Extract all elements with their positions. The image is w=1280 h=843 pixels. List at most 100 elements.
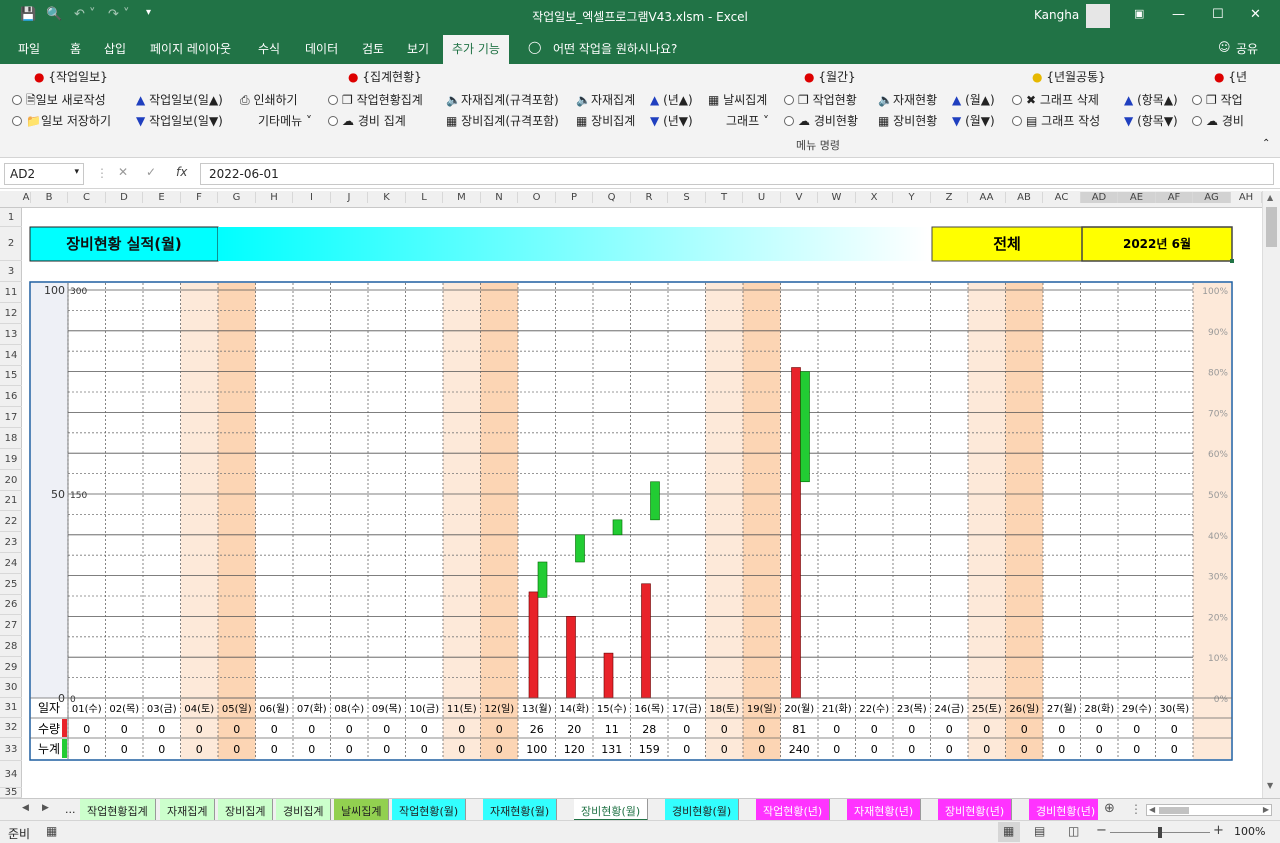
column-header[interactable]: Z xyxy=(931,192,968,203)
monthly-work-button[interactable]: ❐ 작업현황 xyxy=(784,91,857,108)
column-header[interactable]: R xyxy=(631,192,668,203)
row-header[interactable]: 29 xyxy=(0,657,22,678)
macro-record-icon[interactable]: ▦ xyxy=(46,824,57,838)
column-header[interactable]: A xyxy=(22,192,31,203)
column-header[interactable]: W xyxy=(818,192,856,203)
enter-icon[interactable]: ✓ xyxy=(146,165,156,179)
row-header[interactable]: 19 xyxy=(0,449,22,470)
row-header[interactable]: 21 xyxy=(0,491,22,511)
row-header[interactable]: 30 xyxy=(0,678,22,698)
worksheet[interactable]: 장비현황 실적(월) 전체 2022년 6월 100 50 0 300 150 0 100%… xyxy=(22,208,1262,798)
material-summary-button[interactable]: 🔈자재집계 xyxy=(576,91,635,108)
column-header[interactable]: AE xyxy=(1118,192,1156,203)
sheet-tab[interactable]: 장비집계 xyxy=(218,799,274,821)
scroll-thumb[interactable] xyxy=(1266,207,1277,247)
row-header[interactable]: 3 xyxy=(0,261,22,282)
sheet-tab[interactable]: 자재집계 xyxy=(160,799,216,821)
ribbon-display-icon[interactable]: ▣ xyxy=(1134,7,1144,20)
row-header[interactable]: 23 xyxy=(0,532,22,553)
other-menu-button[interactable]: 기타메뉴 ˅ xyxy=(258,112,312,129)
row-header[interactable]: 1 xyxy=(0,208,22,227)
daily-up-button[interactable]: ▲ 작업일보(일▲) xyxy=(136,91,223,108)
yearly-work-button[interactable]: ❐ 작업 xyxy=(1192,91,1243,108)
row-header[interactable]: 26 xyxy=(0,595,22,615)
collapse-ribbon-icon[interactable]: ⌃ xyxy=(1262,138,1270,149)
hscroll-thumb[interactable] xyxy=(1159,807,1189,814)
column-header[interactable]: B xyxy=(31,192,68,203)
avatar[interactable] xyxy=(1086,4,1110,28)
material-spec-summary-button[interactable]: 🔈자재집계(규격포함) xyxy=(446,91,559,108)
column-header[interactable]: AF xyxy=(1156,192,1193,203)
weather-summary-button[interactable]: ▦ 날씨집계 xyxy=(708,91,767,108)
formula-input[interactable]: 2022-06-01 xyxy=(200,163,1274,185)
column-header[interactable]: G xyxy=(218,192,256,203)
sheet-tab[interactable]: 작업현황집계 xyxy=(80,799,156,821)
chevron-down-icon[interactable]: ▾ xyxy=(74,167,79,177)
print-button[interactable]: ⎙ 인쇄하기 xyxy=(240,91,298,108)
scroll-up-icon[interactable]: ▲ xyxy=(1267,193,1273,202)
zoom-out-icon[interactable]: − xyxy=(1096,823,1107,838)
year-up-button[interactable]: ▲ (년▲) xyxy=(650,91,693,108)
column-header[interactable]: D xyxy=(106,192,143,203)
row-header[interactable]: 2 xyxy=(0,227,22,261)
user-name[interactable]: Kangha xyxy=(1034,8,1079,22)
column-header[interactable]: O xyxy=(518,192,556,203)
page-layout-icon[interactable]: ▤ xyxy=(1034,824,1045,838)
row-header[interactable]: 33 xyxy=(0,738,22,761)
save-report-button[interactable]: 📁일보 저장하기 xyxy=(12,112,111,129)
yearly-expense-button[interactable]: ☁ 경비 xyxy=(1192,112,1244,129)
maximize-icon[interactable]: ☐ xyxy=(1212,7,1224,22)
sheet-tab[interactable]: 작업현황(년) xyxy=(756,799,831,821)
scroll-down-icon[interactable]: ▼ xyxy=(1267,781,1273,790)
column-header[interactable]: U xyxy=(743,192,781,203)
sheet-tab[interactable]: 자재현황(월) xyxy=(483,799,558,821)
month-up-button[interactable]: ▲ (월▲) xyxy=(952,91,995,108)
column-header[interactable]: I xyxy=(293,192,331,203)
row-header[interactable]: 22 xyxy=(0,511,22,532)
expense-summary-button[interactable]: ☁ 경비 집계 xyxy=(328,112,406,129)
column-header[interactable]: Y xyxy=(893,192,931,203)
year-down-button[interactable]: ▼ (년▼) xyxy=(650,112,693,129)
share-button[interactable]: 공유 xyxy=(1236,40,1258,57)
close-icon[interactable]: ✕ xyxy=(1250,7,1261,22)
chart-menu-button[interactable]: 그래프 ˅ xyxy=(726,112,769,129)
scroll-right-icon[interactable]: ▶ xyxy=(1263,805,1269,814)
tab-data[interactable]: 데이터 xyxy=(305,40,338,57)
column-header[interactable]: AA xyxy=(968,192,1006,203)
daily-down-button[interactable]: ▼ 작업일보(일▼) xyxy=(136,112,223,129)
column-header[interactable]: AH xyxy=(1231,192,1262,203)
row-header[interactable]: 16 xyxy=(0,386,22,407)
column-header[interactable]: X xyxy=(856,192,893,203)
horizontal-scrollbar[interactable]: ◀ ▶ xyxy=(1146,804,1272,816)
row-header[interactable]: 28 xyxy=(0,636,22,657)
row-header[interactable]: 32 xyxy=(0,718,22,738)
tab-formulas[interactable]: 수식 xyxy=(258,40,280,57)
sheet-tab[interactable]: 경비현황(월) xyxy=(665,799,740,821)
column-header[interactable]: K xyxy=(368,192,406,203)
row-header[interactable]: 17 xyxy=(0,407,22,428)
tab-file[interactable]: 파일 xyxy=(18,40,40,57)
item-up-button[interactable]: ▲ (항목▲) xyxy=(1124,91,1178,108)
column-header[interactable]: AD xyxy=(1081,192,1118,203)
sheet-tab[interactable]: 경비집계 xyxy=(276,799,332,821)
column-header[interactable]: AC xyxy=(1043,192,1081,203)
column-header[interactable]: F xyxy=(181,192,218,203)
row-header[interactable]: 13 xyxy=(0,324,22,345)
insert-function-icon[interactable]: fx xyxy=(176,165,187,179)
tab-review[interactable]: 검토 xyxy=(362,40,384,57)
tab-home[interactable]: 홈 xyxy=(70,40,81,57)
row-header[interactable]: 25 xyxy=(0,574,22,595)
create-chart-button[interactable]: ▤ 그래프 작성 xyxy=(1012,112,1100,129)
row-header[interactable]: 11 xyxy=(0,282,22,303)
sheet-tab[interactable]: 경비현황(년) xyxy=(1029,799,1098,821)
row-header[interactable]: 35 xyxy=(0,788,22,798)
row-header[interactable]: 24 xyxy=(0,553,22,574)
column-header[interactable]: L xyxy=(406,192,443,203)
column-header[interactable]: V xyxy=(781,192,818,203)
row-header[interactable]: 14 xyxy=(0,345,22,366)
sheet-tab[interactable]: 장비현황(월) xyxy=(574,799,649,821)
row-header[interactable]: 18 xyxy=(0,428,22,449)
page-break-icon[interactable]: ◫ xyxy=(1068,824,1079,838)
column-header[interactable]: AG xyxy=(1193,192,1231,203)
monthly-material-button[interactable]: 🔈자재현황 xyxy=(878,91,937,108)
